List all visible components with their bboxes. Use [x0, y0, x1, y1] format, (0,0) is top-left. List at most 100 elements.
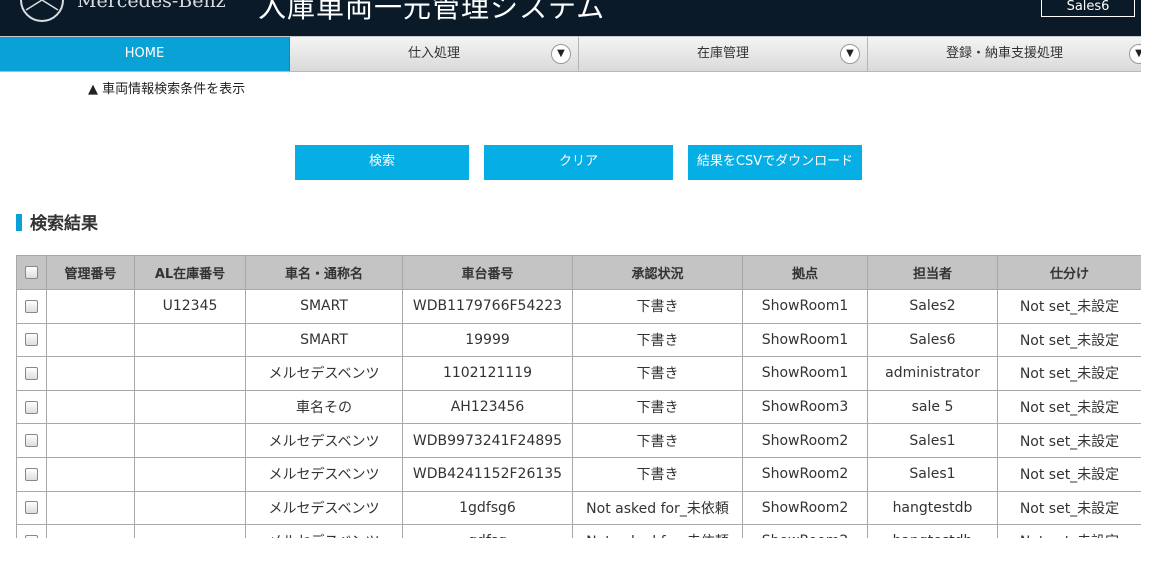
table-row[interactable]: メルセデスベンツ 1gdfsg6 Not asked for_未依頼 ShowRoom… — [16, 490, 1141, 526]
results-table: 管理番号 AL在庫番号 車名・通称名 車台番号 承認状況 拠点 担当者 仕分け … — [16, 255, 1141, 538]
table-row[interactable]: SMART 19999 下書き ShowRoom1 Sales6 Not set_未設定 — [16, 322, 1141, 358]
table-cell — [46, 423, 135, 458]
nav-home[interactable]: HOME — [0, 37, 290, 71]
table-row[interactable]: U12345 SMART WDB1179766F54223 下書き ShowRoom1 S… — [16, 289, 1141, 324]
table-cell: メルセデスベンツ — [245, 356, 403, 391]
table-cell: Not set_未設定 — [997, 389, 1141, 425]
row-checkbox[interactable] — [25, 501, 38, 515]
table-row[interactable]: メルセデスベンツ 1102121119 下書き ShowRoom1 administra… — [16, 356, 1141, 391]
table-cell — [46, 289, 135, 324]
system-title: 入庫車両一元管理システム — [258, 0, 606, 24]
row-checkbox[interactable] — [25, 534, 38, 538]
results-table-container: 管理番号 AL在庫番号 車名・通称名 車台番号 承認状況 拠点 担当者 仕分け … — [16, 255, 1141, 538]
column-header[interactable]: 承認状況 — [572, 255, 743, 290]
table-cell — [46, 322, 135, 358]
select-all-checkbox[interactable] — [25, 266, 38, 279]
chevron-down-icon[interactable]: ▼ — [1129, 44, 1141, 64]
table-cell: administrator — [867, 356, 998, 391]
nav-purchase[interactable]: 仕入処理 ▼ — [290, 37, 579, 71]
table-cell: SMART — [245, 322, 403, 358]
user-menu-button[interactable]: Sales6 — [1041, 0, 1135, 17]
csv-download-button[interactable]: 結果をCSVでダウンロード — [688, 145, 862, 180]
table-cell: Sales2 — [867, 289, 998, 324]
row-select-cell — [16, 322, 47, 358]
table-cell — [46, 456, 135, 492]
table-cell — [134, 490, 246, 526]
table-cell: Sales1 — [867, 423, 998, 458]
table-cell: Not set_未設定 — [997, 356, 1141, 391]
row-select-cell — [16, 490, 47, 526]
table-cell: SMART — [245, 289, 403, 324]
results-title-text: 検索結果 — [30, 214, 98, 234]
column-header[interactable]: 仕分け — [997, 255, 1141, 290]
table-cell: 下書き — [572, 389, 743, 425]
table-cell — [134, 524, 246, 538]
column-header[interactable]: AL在庫番号 — [134, 255, 246, 290]
row-select-cell — [16, 524, 47, 538]
results-section-title: 検索結果 — [16, 209, 98, 234]
table-cell: Not set_未設定 — [997, 423, 1141, 458]
column-header[interactable]: 車名・通称名 — [245, 255, 403, 290]
table-cell: ShowRoom3 — [742, 389, 868, 425]
column-header[interactable]: 担当者 — [867, 255, 998, 290]
search-button[interactable]: 検索 — [295, 145, 469, 180]
row-select-cell — [16, 389, 47, 425]
table-cell: ShowRoom1 — [742, 289, 868, 324]
mercedes-star-icon — [20, 0, 64, 22]
table-cell — [134, 356, 246, 391]
table-cell — [46, 356, 135, 391]
table-cell: ShowRoom2 — [742, 490, 868, 526]
table-cell: Sales1 — [867, 456, 998, 492]
table-cell: 下書き — [572, 356, 743, 391]
column-header[interactable]: 車台番号 — [402, 255, 573, 290]
table-row[interactable]: 車名その AH123456 下書き ShowRoom3 sale 5 Not set_未設… — [16, 389, 1141, 425]
row-checkbox[interactable] — [25, 434, 38, 448]
app-header: Mercedes-Benz 入庫車両一元管理システム Sales6 — [0, 0, 1141, 36]
table-cell: sale 5 — [867, 389, 998, 425]
chevron-down-icon[interactable]: ▼ — [840, 44, 860, 64]
brand-name: Mercedes-Benz — [77, 0, 226, 12]
row-checkbox[interactable] — [25, 400, 38, 414]
table-row[interactable]: メルセデスベンツ WDB4241152F26135 下書き ShowRoom2 Sale… — [16, 456, 1141, 492]
table-cell: 1gdfsg6 — [402, 490, 573, 526]
table-cell: ShowRoom2 — [742, 456, 868, 492]
search-conditions-toggle[interactable]: ▲ 車両情報検索条件を表示 — [88, 78, 245, 97]
column-header[interactable]: 管理番号 — [46, 255, 135, 290]
table-cell: Not set_未設定 — [997, 456, 1141, 492]
table-row[interactable]: メルセデスベンツgdfsgNot asked for_未依頼ShowRoom2h… — [16, 524, 1141, 538]
clear-button[interactable]: クリア — [484, 145, 673, 180]
table-cell: Not set_未設定 — [997, 524, 1141, 538]
table-cell: Not set_未設定 — [997, 289, 1141, 324]
nav-registration[interactable]: 登録・納車支援処理 ▼ — [868, 37, 1141, 71]
table-cell: 19999 — [402, 322, 573, 358]
table-cell — [134, 456, 246, 492]
table-cell: hangtestdb — [867, 490, 998, 526]
table-cell: 下書き — [572, 456, 743, 492]
table-cell: 1102121119 — [402, 356, 573, 391]
table-cell: 車名その — [245, 389, 403, 425]
row-checkbox[interactable] — [25, 333, 38, 347]
table-cell: gdfsg — [402, 524, 573, 538]
row-select-cell — [16, 356, 47, 391]
table-cell — [134, 389, 246, 425]
table-cell: ShowRoom1 — [742, 356, 868, 391]
table-row[interactable]: メルセデスベンツ WDB9973241F24895 下書き ShowRoom2 Sale… — [16, 423, 1141, 458]
row-checkbox[interactable] — [25, 366, 38, 380]
nav-inventory[interactable]: 在庫管理 ▼ — [579, 37, 868, 71]
column-header[interactable]: 拠点 — [742, 255, 868, 290]
main-nav: HOME 仕入処理 ▼ 在庫管理 ▼ 登録・納車支援処理 ▼ — [0, 36, 1141, 72]
row-select-cell — [16, 423, 47, 458]
table-cell: Sales6 — [867, 322, 998, 358]
table-cell — [134, 322, 246, 358]
nav-home-label: HOME — [124, 46, 165, 61]
row-select-cell — [16, 456, 47, 492]
table-cell: Not asked for_未依頼 — [572, 524, 743, 538]
row-checkbox[interactable] — [25, 299, 38, 313]
table-cell: メルセデスベンツ — [245, 490, 403, 526]
table-cell: U12345 — [134, 289, 246, 324]
table-cell: hangtestdb — [867, 524, 998, 538]
table-cell — [46, 524, 135, 538]
chevron-down-icon[interactable]: ▼ — [551, 44, 571, 64]
table-cell: 下書き — [572, 289, 743, 324]
row-checkbox[interactable] — [25, 467, 38, 481]
